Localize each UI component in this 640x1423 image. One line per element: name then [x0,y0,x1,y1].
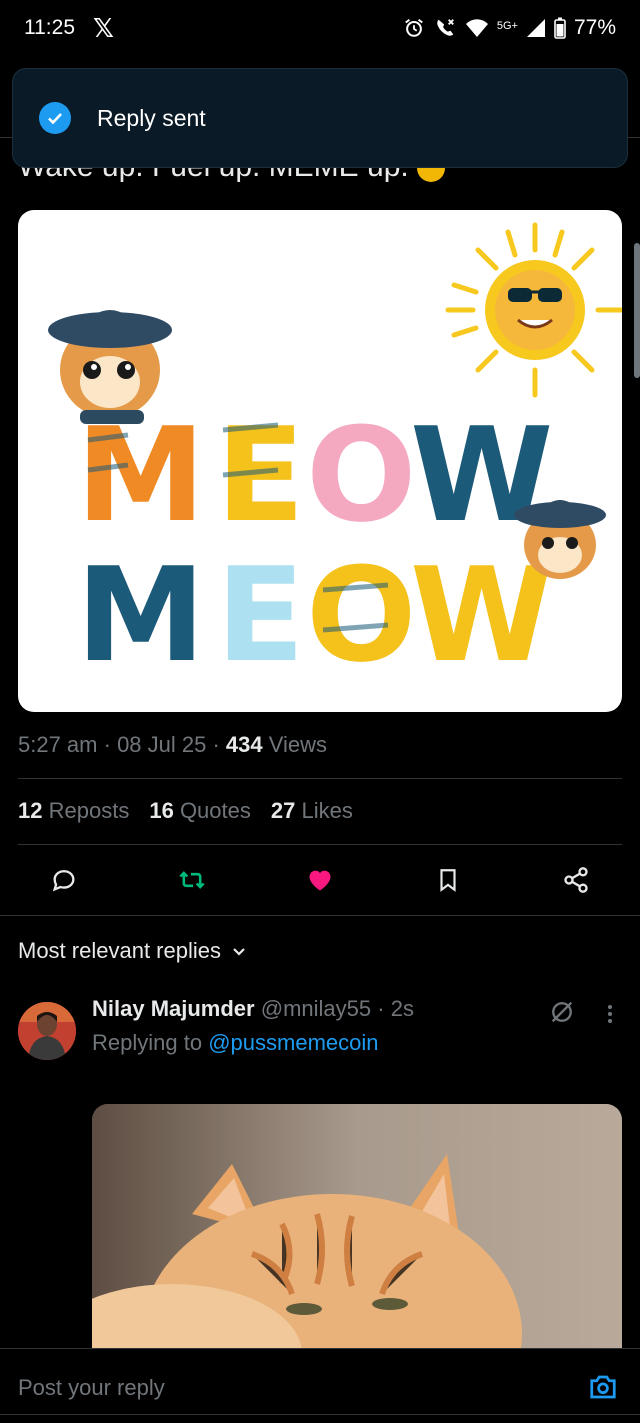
svg-text:E: E [216,539,305,691]
avatar-image [18,1002,76,1060]
reply-input[interactable]: Post your reply [18,1375,165,1401]
svg-text:O: O [306,539,417,691]
divider [18,844,622,845]
divider [18,778,622,779]
checkmark-icon [39,102,71,134]
call-icon [437,19,454,36]
orange-cat-photo [92,1104,622,1364]
x-logo-icon: 𝕏 [93,12,114,43]
svg-text:M: M [76,539,205,691]
reply-media-image[interactable] [92,1104,622,1364]
repost-icon [179,871,205,889]
camera-icon [590,1375,616,1399]
quotes-stat[interactable]: 16 Quotes [149,798,251,824]
network-type: 5G+ [496,20,518,32]
views-label: Views [268,732,328,757]
camera-button[interactable] [588,1373,618,1406]
status-bar: 11:25 𝕏 5G+ 77% [0,0,640,56]
tweet-media-image[interactable]: M E O W M E O W [18,210,622,712]
replying-prefix: Replying to [92,1030,203,1055]
sort-label: Most relevant replies [18,938,221,963]
reposts-stat[interactable]: 12 Reposts [18,798,129,824]
tweet-date: 08 Jul 25 [117,732,207,757]
sun-icon [445,222,622,398]
separator-dot: · [377,996,385,1021]
wifi-icon [465,19,488,37]
toast-text: Reply sent [97,104,206,131]
grok-icon [551,1001,573,1023]
tweet-stats: 12 Reposts 16 Quotes 27 Likes [18,798,353,824]
share-icon [564,867,588,893]
chevron-down-icon [233,948,245,956]
likes-stat[interactable]: 27 Likes [271,798,353,824]
replies-sort-dropdown[interactable]: Most relevant replies [18,938,247,964]
reply-icon [52,870,75,892]
meow-word-1: M E O W [76,399,553,551]
alarm-icon [405,18,423,37]
tweet-time: 5:27 am [18,732,98,757]
bookmark-icon [440,869,456,892]
tweet-meta: 5:27 am · 08 Jul 25 · 434 Views [18,732,328,757]
meow-meow-illustration: M E O W M E O W [48,222,622,691]
likes-label: Likes [301,798,353,823]
tweet-actions [0,860,640,900]
reply-sent-toast[interactable]: Reply sent [12,68,628,168]
reply-header: Nilay Majumder @mnilay55 · 2s [92,996,414,1022]
more-options-button[interactable] [604,1002,616,1031]
battery-level: 77% [573,16,616,39]
reply-button[interactable] [48,864,80,896]
meow-word-2: M E O W [76,539,553,691]
avatar[interactable] [18,1002,76,1060]
heart-filled-icon [309,870,331,891]
reply-author-handle[interactable]: @mnilay55 [261,996,371,1021]
reply-composer[interactable]: Post your reply [0,1348,640,1423]
svg-text:O: O [306,399,417,551]
quotes-label: Quotes [179,798,251,823]
divider [0,1414,640,1415]
replying-to: Replying to @pussmemecoin [92,1030,379,1056]
signal-icon [526,19,545,37]
status-icons: 5G+ 77% [403,16,616,40]
share-button[interactable] [560,864,592,896]
reply-time: 2s [390,996,414,1021]
divider [0,915,640,916]
reply-author-name[interactable]: Nilay Majumder [92,996,255,1021]
battery-icon [554,17,566,39]
bookmark-button[interactable] [432,864,464,896]
like-button[interactable] [304,864,336,896]
quotes-count: 16 [149,798,174,823]
scrollbar-thumb[interactable] [634,243,640,378]
replying-to-link[interactable]: @pussmemecoin [208,1030,378,1055]
reposts-count: 12 [18,798,43,823]
repost-button[interactable] [176,864,208,896]
more-vertical-icon [608,1005,612,1023]
likes-count: 27 [270,798,296,823]
views-count: 434 [225,732,263,757]
reposts-label: Reposts [48,798,130,823]
grok-button[interactable] [548,998,576,1031]
status-time: 11:25 [24,16,75,39]
